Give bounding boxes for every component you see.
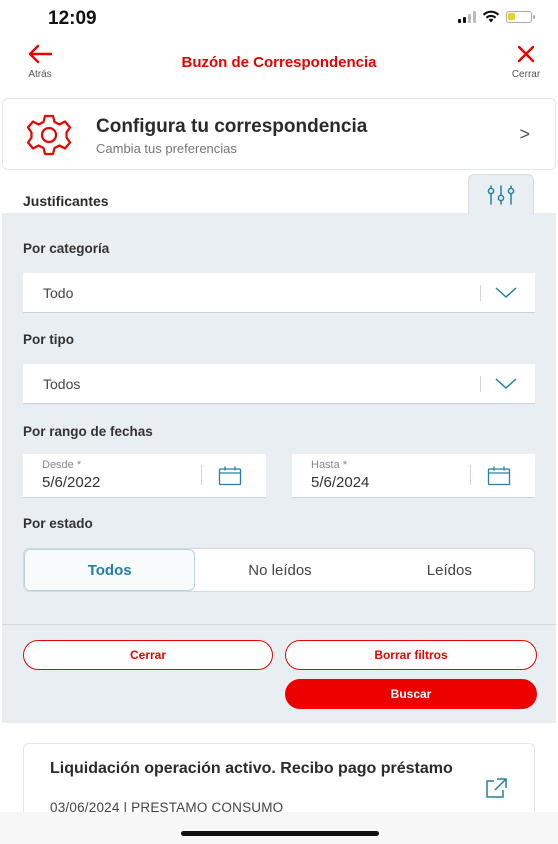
config-card-subtitle: Cambia tus preferencias [96,141,237,156]
close-button[interactable]: Cerrar [502,44,550,80]
type-select-value: Todos [43,376,81,392]
date-to-field[interactable]: Hasta * 5/6/2024 [292,454,535,498]
panel-divider [2,624,556,625]
field-divider [470,465,471,485]
date-range-label: Por rango de fechas [23,424,153,439]
date-to-value: 5/6/2024 [311,474,370,491]
category-select-value: Todo [43,285,74,301]
state-segmented-control: Todos No leídos Leídos [23,548,535,592]
search-button[interactable]: Buscar [285,679,537,709]
status-icons [458,10,535,23]
select-divider [480,376,481,392]
date-from-value: 5/6/2022 [42,474,101,491]
date-to-caption: Hasta * [311,459,348,471]
date-from-caption: Desde * [42,459,82,471]
close-filters-button[interactable]: Cerrar [23,640,273,670]
bottom-bar [0,812,558,844]
calendar-icon [218,466,242,486]
category-select[interactable]: Todo [23,273,535,313]
chevron-down-icon [495,378,517,390]
gear-icon [24,113,74,162]
state-option-all[interactable]: Todos [24,549,196,591]
type-select[interactable]: Todos [23,364,535,404]
close-label: Cerrar [511,69,541,80]
state-option-unread[interactable]: No leídos [195,549,364,591]
external-link-icon[interactable] [484,777,508,804]
result-title: Liquidación operación activo. Recibo pag… [50,760,453,777]
type-filter-label: Por tipo [23,332,74,347]
sliders-icon [487,184,515,205]
status-time: 12:09 [48,8,97,29]
wifi-icon [482,10,500,23]
battery-icon [506,10,535,23]
config-card-title: Configura tu correspondencia [96,116,368,137]
section-title: Justificantes [23,193,109,209]
category-filter-label: Por categoría [23,241,110,256]
close-icon [517,45,535,63]
calendar-icon [487,466,511,486]
state-filter-label: Por estado [23,516,93,531]
field-divider [201,465,202,485]
chevron-right-icon: > [519,124,530,144]
filter-toggle-button[interactable] [468,174,534,214]
cellular-signal-icon [458,10,476,23]
chevron-down-icon [495,287,517,299]
page-title: Buzón de Correspondencia [181,54,377,71]
state-option-read[interactable]: Leídos [365,549,534,591]
home-indicator [181,831,379,836]
select-divider [480,285,481,301]
date-from-field[interactable]: Desde * 5/6/2022 [23,454,266,498]
clear-filters-button[interactable]: Borrar filtros [285,640,537,670]
